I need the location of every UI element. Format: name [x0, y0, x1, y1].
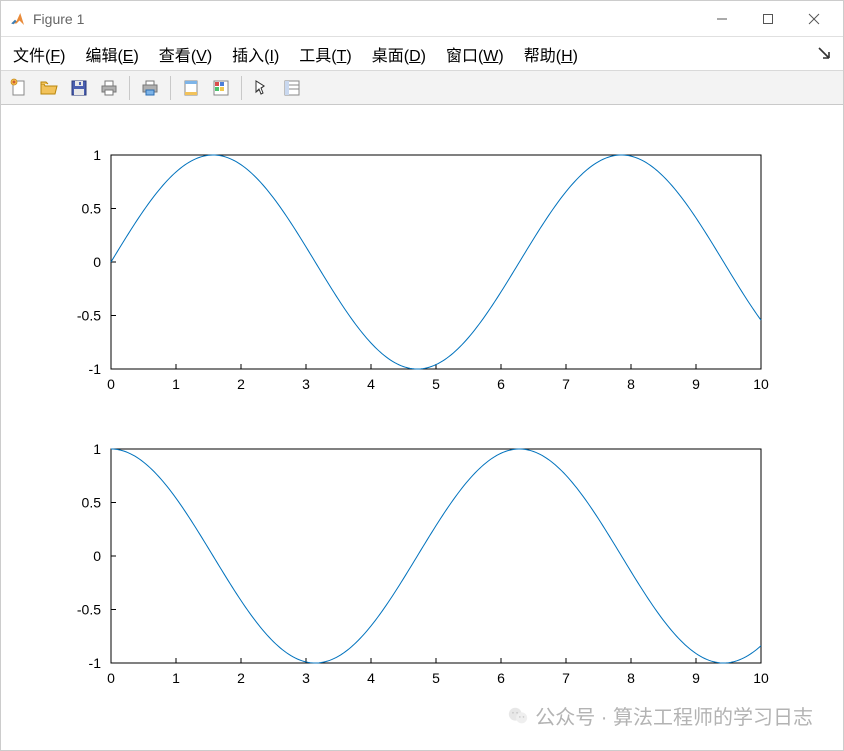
- title-bar: Figure 1: [1, 1, 843, 37]
- menu-view[interactable]: 查看(V): [149, 38, 222, 70]
- figure-window: Figure 1 文件(F) 编辑(E) 查看(V) 插入(I) 工具(T) 桌…: [0, 0, 844, 751]
- dock-arrow-icon[interactable]: [817, 46, 833, 62]
- edit-plot-button[interactable]: [248, 74, 276, 102]
- minimize-button[interactable]: [699, 3, 745, 35]
- svg-text:10: 10: [753, 376, 769, 392]
- svg-text:0.5: 0.5: [82, 201, 102, 217]
- svg-text:2: 2: [237, 376, 245, 392]
- link-axes-button[interactable]: [177, 74, 205, 102]
- svg-text:1: 1: [93, 441, 101, 457]
- menu-bar: 文件(F) 编辑(E) 查看(V) 插入(I) 工具(T) 桌面(D) 窗口(W…: [1, 37, 843, 71]
- toolbar-separator: [170, 76, 171, 100]
- svg-text:4: 4: [367, 670, 375, 686]
- close-button[interactable]: [791, 3, 837, 35]
- svg-text:-0.5: -0.5: [77, 602, 101, 618]
- new-figure-button[interactable]: [5, 74, 33, 102]
- save-button[interactable]: [65, 74, 93, 102]
- menu-tools[interactable]: 工具(T): [289, 38, 361, 70]
- insert-colorbar-button[interactable]: [207, 74, 235, 102]
- svg-text:7: 7: [562, 376, 570, 392]
- maximize-button[interactable]: [745, 3, 791, 35]
- toolbar-separator: [129, 76, 130, 100]
- axes-container: 012345678910-1-0.500.51012345678910-1-0.…: [1, 105, 843, 749]
- toolbar-separator: [241, 76, 242, 100]
- svg-text:6: 6: [497, 670, 505, 686]
- menu-desktop[interactable]: 桌面(D): [362, 38, 436, 70]
- svg-text:0: 0: [93, 548, 101, 564]
- svg-text:2: 2: [237, 670, 245, 686]
- svg-text:-1: -1: [89, 361, 102, 377]
- svg-text:0.5: 0.5: [82, 495, 102, 511]
- svg-text:1: 1: [172, 376, 180, 392]
- menu-edit[interactable]: 编辑(E): [75, 38, 148, 70]
- svg-text:1: 1: [172, 670, 180, 686]
- svg-text:5: 5: [432, 376, 440, 392]
- svg-text:3: 3: [302, 670, 310, 686]
- svg-text:-0.5: -0.5: [77, 308, 101, 324]
- window-title: Figure 1: [33, 11, 84, 27]
- svg-text:9: 9: [692, 670, 700, 686]
- menu-window[interactable]: 窗口(W): [436, 38, 514, 70]
- figure-canvas[interactable]: 012345678910-1-0.500.51012345678910-1-0.…: [1, 105, 843, 750]
- print-button[interactable]: [95, 74, 123, 102]
- svg-text:4: 4: [367, 376, 375, 392]
- svg-text:3: 3: [302, 376, 310, 392]
- svg-text:0: 0: [93, 254, 101, 270]
- figure-toolbar: [1, 71, 843, 105]
- menu-insert[interactable]: 插入(I): [222, 38, 289, 70]
- svg-text:8: 8: [627, 376, 635, 392]
- property-inspector-button[interactable]: [278, 74, 306, 102]
- svg-text:8: 8: [627, 670, 635, 686]
- matlab-icon: [9, 10, 27, 28]
- print-preview-button[interactable]: [136, 74, 164, 102]
- svg-text:6: 6: [497, 376, 505, 392]
- menu-file[interactable]: 文件(F): [3, 38, 75, 70]
- menu-help[interactable]: 帮助(H): [514, 38, 588, 70]
- open-button[interactable]: [35, 74, 63, 102]
- svg-text:10: 10: [753, 670, 769, 686]
- svg-text:1: 1: [93, 147, 101, 163]
- svg-text:-1: -1: [89, 655, 102, 671]
- svg-text:7: 7: [562, 670, 570, 686]
- svg-text:9: 9: [692, 376, 700, 392]
- svg-text:0: 0: [107, 670, 115, 686]
- svg-text:5: 5: [432, 670, 440, 686]
- svg-text:0: 0: [107, 376, 115, 392]
